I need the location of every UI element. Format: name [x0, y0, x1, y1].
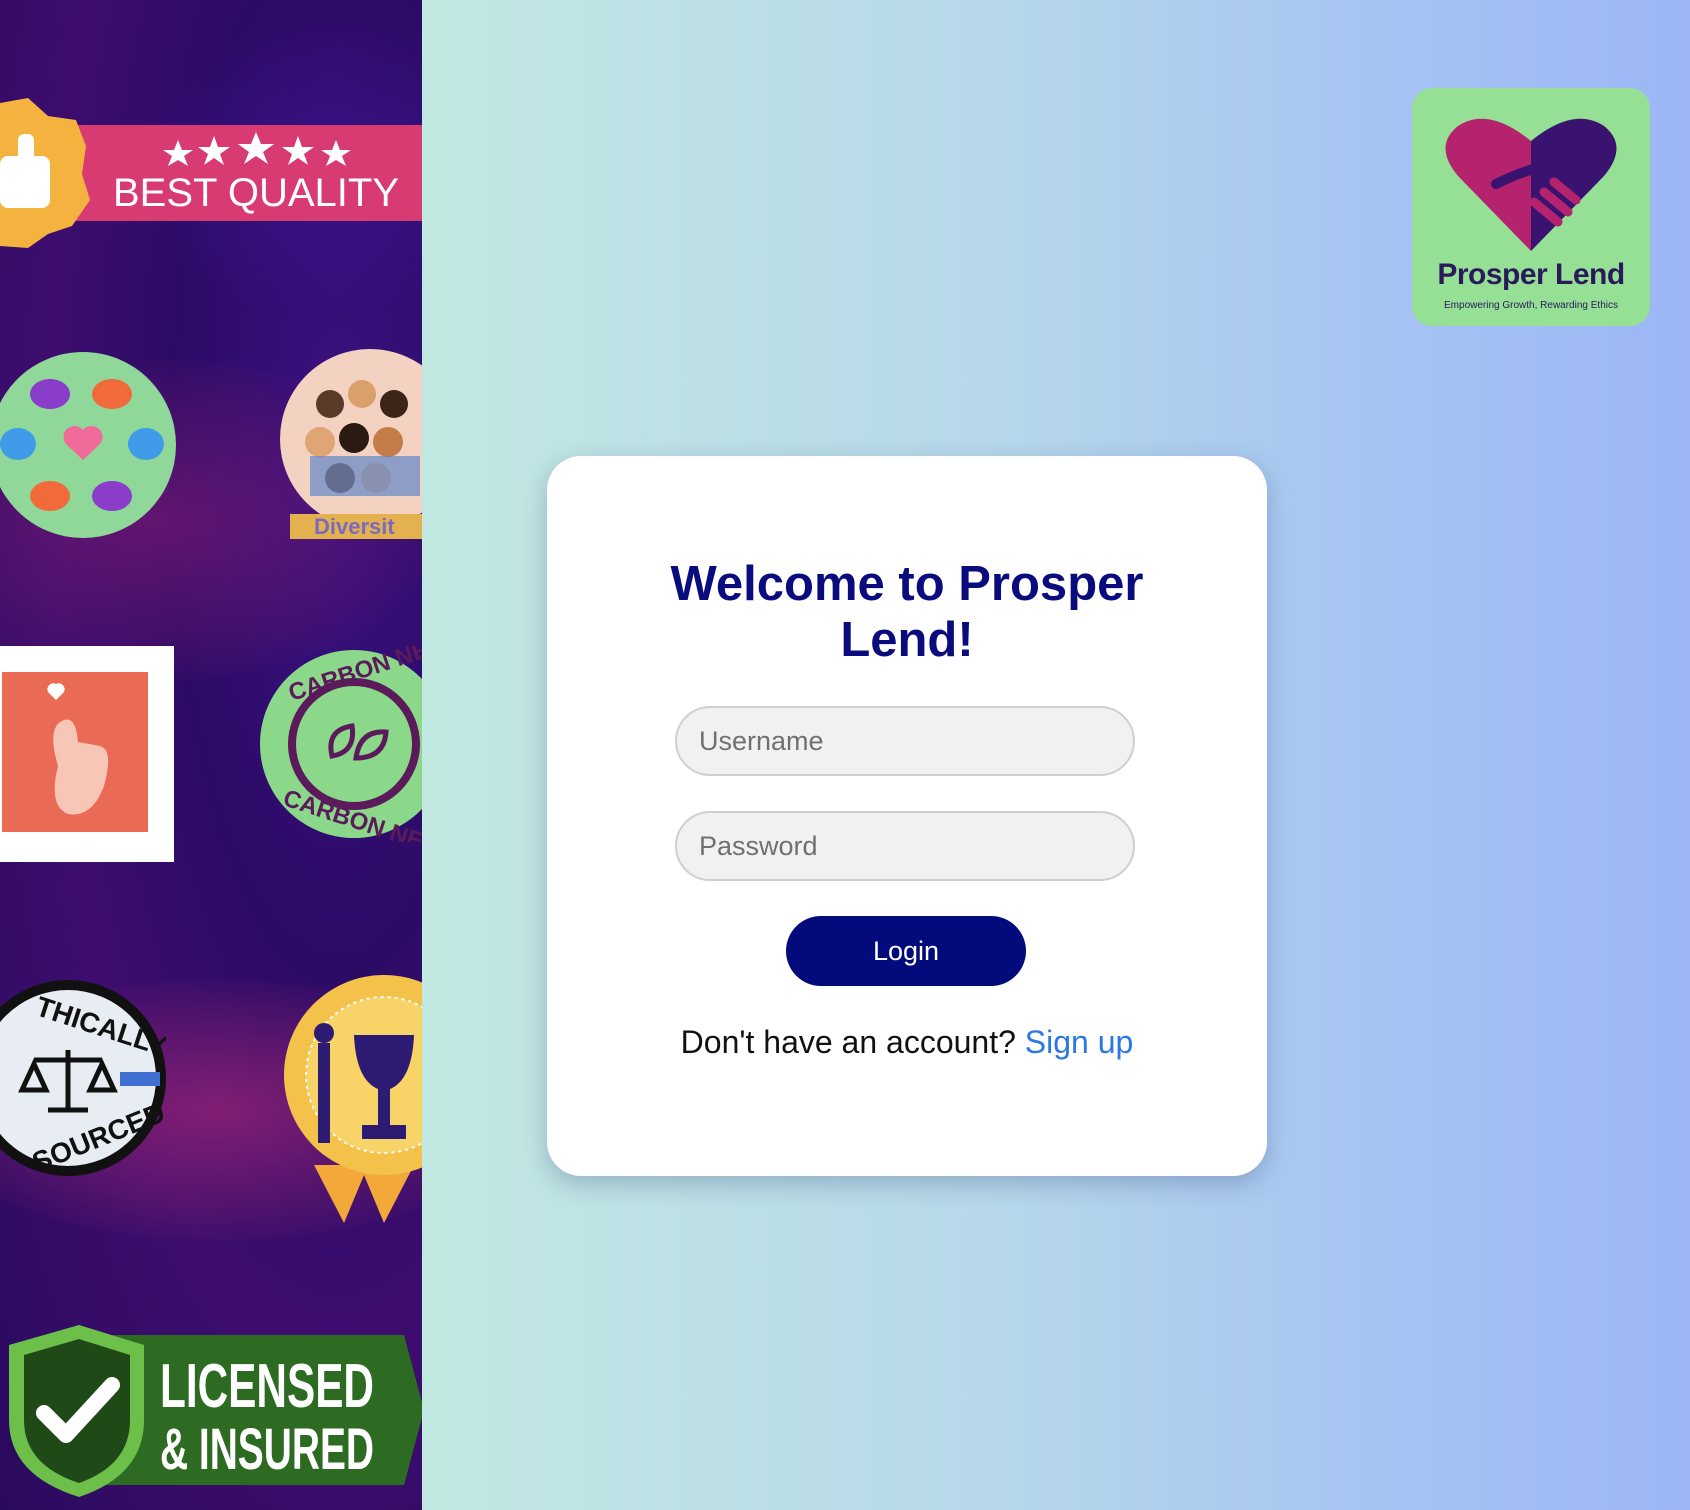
signup-prompt-line: Don't have an account? Sign up — [547, 1024, 1267, 1061]
licensed-insured-badge: LICENSED & INSURED — [9, 1325, 422, 1497]
login-card: Welcome to Prosper Lend! Login Don't hav… — [547, 456, 1267, 1176]
username-input[interactable] — [675, 706, 1135, 776]
badges-panel: BEST QUALITY Diversit CARBON NEU CARBON … — [0, 0, 422, 1510]
best-quality-badge: BEST QUALITY — [0, 98, 422, 248]
password-input[interactable] — [675, 811, 1135, 881]
signup-prompt: Don't have an account? — [680, 1024, 1016, 1060]
award-badge — [284, 975, 422, 1223]
logo-title: Prosper Lend — [1437, 258, 1625, 291]
handshake-heart-icon — [1445, 118, 1617, 252]
login-button[interactable]: Login — [786, 916, 1026, 986]
unity-hands-badge — [0, 352, 176, 538]
login-title: Welcome to Prosper Lend! — [670, 557, 1144, 667]
signup-link[interactable]: Sign up — [1025, 1024, 1134, 1060]
diversity-text: Diversit — [314, 514, 395, 539]
ethically-sourced-badge: THICALLY SOURCED — [0, 980, 166, 1178]
thumbs-up-icon — [0, 98, 90, 248]
carbon-neutral-badge: CARBON NEU CARBON NEU — [260, 646, 422, 842]
insured-text: & INSURED — [160, 1417, 374, 1482]
logo-tagline: Empowering Growth, Rewarding Ethics — [1444, 300, 1618, 311]
best-quality-text: BEST QUALITY — [113, 171, 399, 215]
prosper-lend-logo: Prosper Lend Empowering Growth, Rewardin… — [1412, 88, 1650, 326]
licensed-text: LICENSED — [160, 1352, 374, 1421]
diversity-badge: Diversit — [280, 349, 422, 539]
heart-stamp-badge — [0, 646, 174, 862]
